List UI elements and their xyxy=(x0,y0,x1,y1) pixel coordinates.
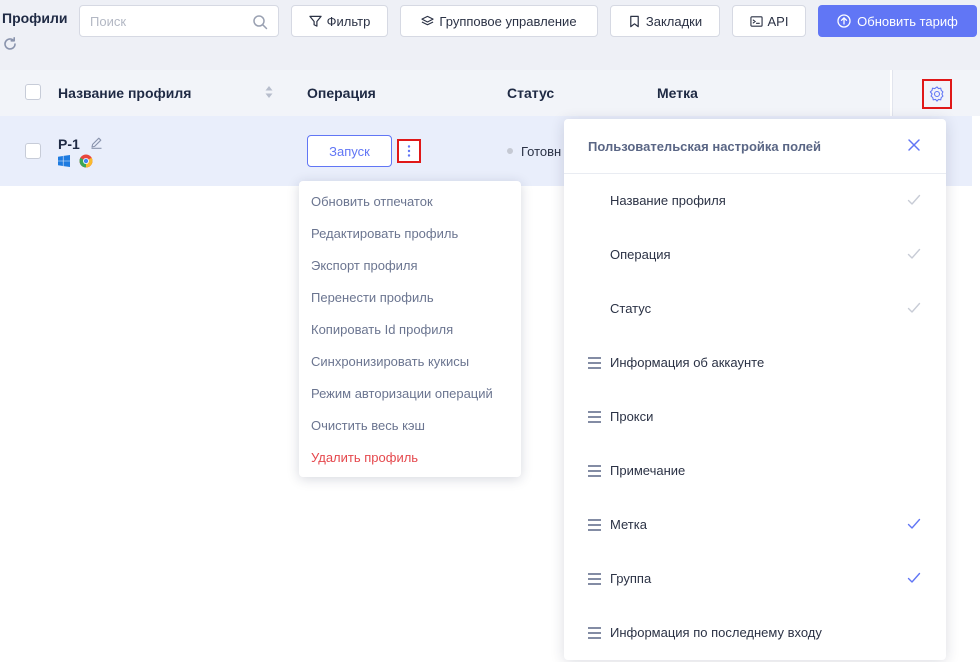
field-settings-panel: Пользовательская настройка полей Названи… xyxy=(564,119,946,660)
group-management-label: Групповое управление xyxy=(439,13,577,29)
launch-button[interactable]: Запуск xyxy=(307,135,392,167)
field-item-last-login-info[interactable]: Информация по последнему входу xyxy=(564,613,946,653)
field-item-account-info[interactable]: Информация об аккаунте xyxy=(564,343,946,383)
filter-button[interactable]: Фильтр xyxy=(291,5,388,37)
drag-handle-icon[interactable] xyxy=(588,411,601,423)
menu-item-export-profile[interactable]: Экспорт профиля xyxy=(311,258,418,273)
menu-item-copy-profile-id[interactable]: Копировать Id профиля xyxy=(311,322,453,337)
group-management-button[interactable]: Групповое управление xyxy=(400,5,598,37)
field-item-operation[interactable]: Операция xyxy=(564,235,946,275)
panel-title: Пользовательская настройка полей xyxy=(588,139,822,154)
field-label: Статус xyxy=(610,301,652,316)
chrome-icon xyxy=(79,154,93,168)
field-label: Метка xyxy=(610,517,647,532)
gear-icon xyxy=(929,86,944,102)
api-button[interactable]: API xyxy=(732,5,806,37)
menu-item-clear-cache[interactable]: Очистить весь кэш xyxy=(311,418,425,433)
column-settings-button[interactable] xyxy=(922,79,952,109)
menu-item-sync-cookies[interactable]: Синхронизировать кукисы xyxy=(311,354,469,369)
upgrade-plan-button[interactable]: Обновить тариф xyxy=(818,5,977,37)
check-icon xyxy=(907,572,921,583)
column-header-name[interactable]: Название профиля xyxy=(58,85,191,101)
drag-handle-icon[interactable] xyxy=(588,519,601,531)
panel-divider xyxy=(564,173,946,174)
field-label: Название профиля xyxy=(610,193,726,208)
filter-icon xyxy=(308,15,322,27)
field-label: Прокси xyxy=(610,409,654,424)
more-vertical-icon xyxy=(407,145,411,157)
page-title: Профили xyxy=(2,10,68,26)
filter-label: Фильтр xyxy=(326,13,371,29)
field-item-note[interactable]: Примечание xyxy=(564,451,946,491)
search-box xyxy=(79,5,279,37)
menu-item-edit-profile[interactable]: Редактировать профиль xyxy=(311,226,458,241)
field-item-proxy[interactable]: Прокси xyxy=(564,397,946,437)
field-label: Информация об аккаунте xyxy=(610,355,765,370)
column-header-status: Статус xyxy=(507,85,555,101)
check-icon xyxy=(907,518,921,529)
bookmark-icon xyxy=(630,15,639,27)
menu-item-delete-profile[interactable]: Удалить профиль xyxy=(311,450,418,465)
field-item-group[interactable]: Группа xyxy=(564,559,946,599)
column-header-operation: Операция xyxy=(307,85,376,101)
field-label: Информация по последнему входу xyxy=(610,625,822,640)
sort-icon[interactable] xyxy=(264,85,274,99)
status-text: Готовн xyxy=(521,144,562,159)
status-dot xyxy=(507,148,513,154)
field-label: Примечание xyxy=(610,463,686,478)
drag-handle-icon[interactable] xyxy=(588,573,601,585)
menu-item-operation-auth-mode[interactable]: Режим авторизации операций xyxy=(311,386,493,401)
drag-handle-icon[interactable] xyxy=(588,357,601,369)
check-icon xyxy=(907,248,921,259)
field-item-tag[interactable]: Метка xyxy=(564,505,946,545)
field-item-profile-name[interactable]: Название профиля xyxy=(564,181,946,221)
bookmarks-button[interactable]: Закладки xyxy=(610,5,720,37)
drag-handle-icon[interactable] xyxy=(588,465,601,477)
select-all-checkbox[interactable] xyxy=(25,84,41,100)
check-icon xyxy=(907,302,921,313)
profile-name: P-1 xyxy=(58,136,80,152)
row-checkbox[interactable] xyxy=(25,143,41,159)
arrow-up-circle-icon xyxy=(837,14,851,28)
drag-handle-icon[interactable] xyxy=(588,627,601,639)
more-actions-button[interactable] xyxy=(397,139,421,163)
terminal-icon xyxy=(749,15,763,27)
close-icon[interactable] xyxy=(907,138,921,152)
search-icon[interactable] xyxy=(252,14,268,30)
field-label: Операция xyxy=(610,247,671,262)
menu-item-update-fingerprint[interactable]: Обновить отпечаток xyxy=(311,194,433,209)
windows-icon xyxy=(58,155,70,167)
bookmarks-label: Закладки xyxy=(645,13,703,29)
search-input[interactable] xyxy=(90,12,240,30)
column-header-label: Метка xyxy=(657,85,698,101)
api-label: API xyxy=(767,13,789,29)
check-icon xyxy=(907,194,921,205)
upgrade-plan-label: Обновить тариф xyxy=(857,13,958,29)
menu-item-transfer-profile[interactable]: Перенести профиль xyxy=(311,290,434,305)
field-label: Группа xyxy=(610,571,652,586)
field-item-status[interactable]: Статус xyxy=(564,289,946,329)
layers-icon xyxy=(421,15,435,25)
profile-actions-menu: Обновить отпечаток Редактировать профиль… xyxy=(299,181,521,477)
refresh-icon[interactable] xyxy=(2,36,18,52)
pencil-icon[interactable] xyxy=(90,136,103,149)
